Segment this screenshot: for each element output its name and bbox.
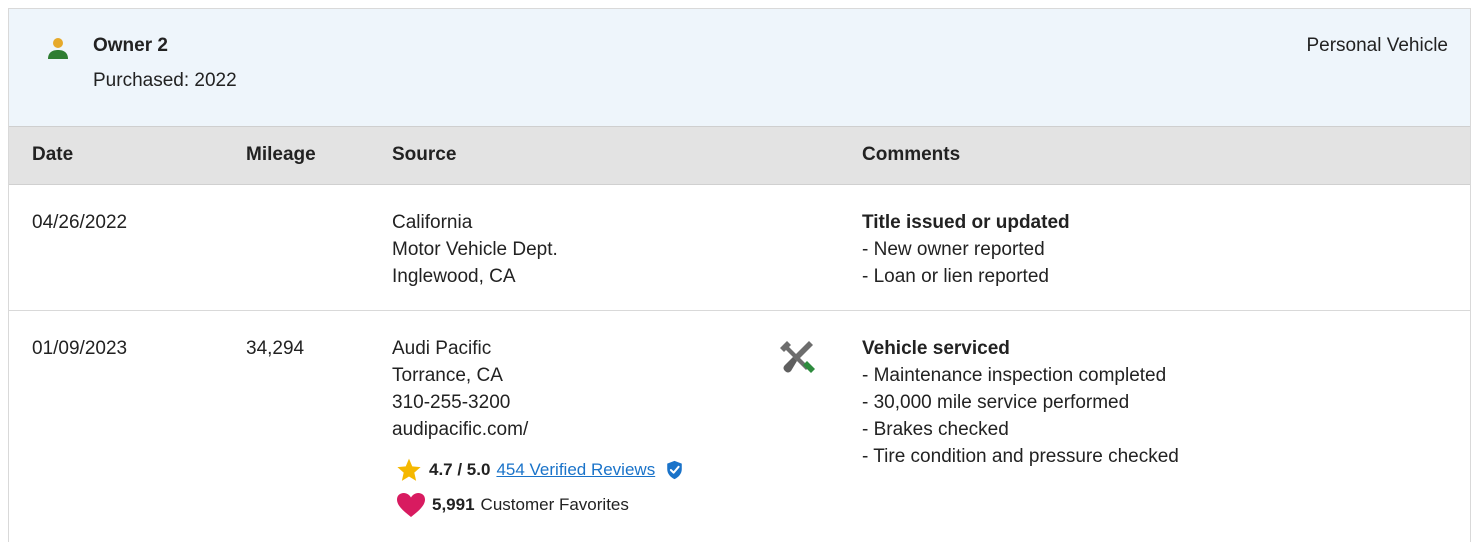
record-comments: Title issued or updated - New owner repo… [862,209,1070,290]
favorites-count: 5,991 [432,495,475,514]
verified-reviews-link[interactable]: 454 Verified Reviews [496,460,655,480]
favorites-label: Customer Favorites [480,495,629,514]
record-source: California Motor Vehicle Dept. Inglewood… [392,209,558,290]
comment-item: - New owner reported [862,239,1045,260]
star-icon [397,458,421,481]
source-line: California [392,212,473,233]
source-line: Inglewood, CA [392,266,516,287]
record-source: Audi Pacific Torrance, CA 310-255-3200 a… [392,335,528,443]
record-mileage: 34,294 [246,338,305,359]
source-line: Motor Vehicle Dept. [392,239,558,260]
record-date: 01/09/2023 [32,338,128,359]
comment-item: - 30,000 mile service performed [862,392,1130,413]
record-date: 04/26/2022 [32,212,128,233]
column-date: Date [32,144,74,165]
record-comments: Vehicle serviced - Maintenance inspectio… [862,335,1179,470]
person-icon [48,38,68,59]
rating-score: 4.7 / 5.0 [429,460,491,479]
rating-row: 4.7 / 5.0 454 Verified Reviews [396,457,684,483]
favorites-row: 5,991 Customer Favorites [396,492,629,518]
source-line: Torrance, CA [392,365,503,386]
source-line: 310-255-3200 [392,392,511,413]
source-line: Audi Pacific [392,338,492,359]
comment-title: Vehicle serviced [862,338,1010,359]
tools-icon [780,341,815,373]
owner-name: Owner 2 [93,35,168,56]
comment-item: - Tire condition and pressure checked [862,446,1179,467]
source-line: audipacific.com/ [392,419,529,440]
owner-purchased: Purchased: 2022 [93,70,237,91]
comment-item: - Maintenance inspection completed [862,365,1167,386]
column-comments: Comments [862,144,961,165]
comment-title: Title issued or updated [862,212,1070,233]
owner-history-card: Owner 2 Purchased: 2022 Personal Vehicle… [8,8,1471,542]
table-header: Date Mileage Source Comments [9,127,1470,185]
heart-icon [397,493,425,517]
table-row: 01/09/2023 34,294 Audi Pacific Torrance,… [9,311,1470,542]
owner-type: Personal Vehicle [1306,35,1448,56]
owner-header: Owner 2 Purchased: 2022 Personal Vehicle [9,9,1470,127]
comment-item: - Loan or lien reported [862,266,1049,287]
comment-item: - Brakes checked [862,419,1009,440]
column-mileage: Mileage [246,144,316,165]
verified-shield-icon [667,460,682,480]
column-source: Source [392,144,457,165]
table-row: 04/26/2022 California Motor Vehicle Dept… [9,185,1470,311]
